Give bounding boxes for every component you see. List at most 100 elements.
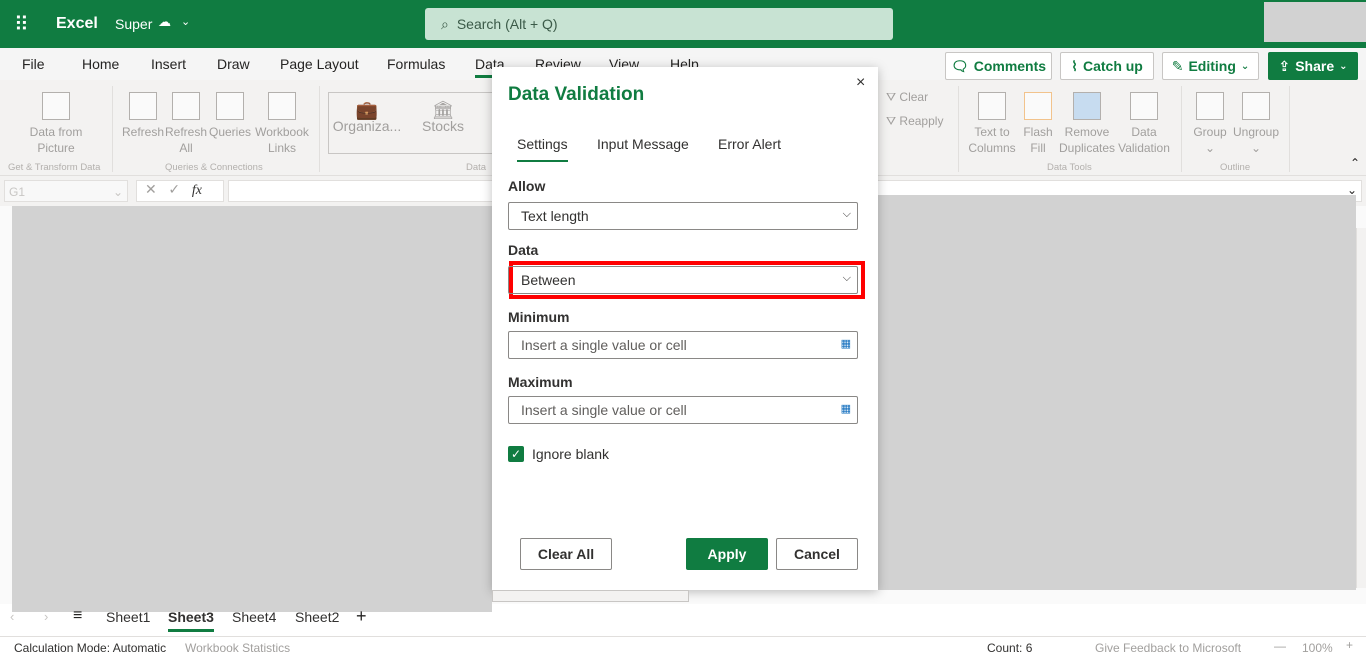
sheet-tab-sheet1[interactable]: Sheet1 <box>106 609 150 625</box>
workbook-statistics[interactable]: Workbook Statistics <box>185 641 290 655</box>
remove-duplicates-button[interactable]: Remove Duplicates <box>1058 92 1116 156</box>
tab-formulas[interactable]: Formulas <box>387 56 445 72</box>
account-area[interactable] <box>1264 2 1366 42</box>
sheet-tab-sheet2[interactable]: Sheet2 <box>295 609 339 625</box>
catch-up-button[interactable]: ⌇ Catch up <box>1060 52 1154 80</box>
cancel-button[interactable]: Cancel <box>776 538 858 570</box>
allow-value: Text length <box>521 208 589 224</box>
refresh-button[interactable]: Refresh <box>122 92 164 140</box>
prev-sheet-icon[interactable]: ‹ <box>10 609 14 624</box>
pencil-icon: ✎ <box>1171 57 1184 74</box>
ignore-blank-checkbox[interactable]: ✓ <box>508 446 524 462</box>
share-icon: ⇪ <box>1278 57 1291 74</box>
group-button[interactable]: Group ⌄ <box>1190 92 1230 156</box>
label: Picture <box>37 141 75 155</box>
flash-fill-icon <box>1024 92 1052 120</box>
bank-icon: 🏛 <box>431 100 455 120</box>
label: Links <box>267 141 296 155</box>
range-select-icon[interactable]: ▦ <box>841 337 851 350</box>
range-select-icon[interactable]: ▦ <box>841 402 851 415</box>
app-launcher-icon[interactable]: ⠿ <box>14 12 29 37</box>
minimum-input[interactable]: Insert a single value or cell ▦ <box>508 331 858 359</box>
vertical-scrollbar[interactable] <box>1356 228 1366 588</box>
share-button[interactable]: ⇪ Share ⌄ <box>1268 52 1358 80</box>
redacted-area <box>12 206 492 612</box>
label: Validation <box>1118 141 1170 155</box>
name-box[interactable]: G1 ⌄ <box>4 180 128 202</box>
allow-select[interactable]: Text length ⌵ <box>508 202 858 230</box>
tab-insert[interactable]: Insert <box>151 56 186 72</box>
text-to-columns-icon <box>978 92 1006 120</box>
editing-button[interactable]: ✎ Editing ⌄ <box>1162 52 1259 80</box>
label: All <box>179 141 193 155</box>
reapply-icon: ⛛ <box>886 114 900 128</box>
group-label: Queries & Connections <box>165 162 263 173</box>
group-label: Outline <box>1220 162 1251 173</box>
text-to-columns-button[interactable]: Text to Columns <box>966 92 1018 156</box>
refresh-all-button[interactable]: Refresh All <box>165 92 207 156</box>
label: Duplicates <box>1058 141 1116 155</box>
queries-button[interactable]: Queries <box>208 92 252 140</box>
label: Columns <box>968 141 1016 155</box>
data-select[interactable]: Between ⌵ <box>508 266 858 294</box>
reapply-button[interactable]: ⛛ Reapply <box>886 113 943 129</box>
horizontal-scrollbar[interactable] <box>492 590 689 602</box>
minimum-placeholder: Insert a single value or cell <box>521 337 687 353</box>
tab-draw[interactable]: Draw <box>217 56 250 72</box>
add-sheet-icon[interactable]: + <box>356 606 367 627</box>
apply-button[interactable]: Apply <box>686 538 768 570</box>
calculation-mode[interactable]: Calculation Mode: Automatic <box>14 641 166 655</box>
search-box[interactable]: ⌕ Search (Alt + Q) <box>425 8 893 40</box>
tab-file[interactable]: File <box>22 56 45 72</box>
maximum-input[interactable]: Insert a single value or cell ▦ <box>508 396 858 424</box>
cancel-icon[interactable]: ✕ <box>145 181 157 197</box>
comments-button[interactable]: 🗨 Comments <box>945 52 1052 80</box>
chevron-down-icon[interactable]: ⌄ <box>181 15 190 28</box>
redacted-area <box>876 195 1356 590</box>
clear-filter-button[interactable]: ⛛ Clear <box>886 89 928 105</box>
name-box-value: G1 <box>9 185 26 199</box>
close-icon[interactable]: × <box>856 74 865 92</box>
check-icon[interactable]: ✓ <box>168 181 180 197</box>
data-from-picture-button[interactable]: Data from Picture <box>22 92 90 156</box>
flash-fill-button[interactable]: Flash Fill <box>1020 92 1056 156</box>
collapse-ribbon-icon[interactable]: ⌃ <box>1350 156 1360 170</box>
picture-table-icon <box>42 92 70 120</box>
tab-settings[interactable]: Settings <box>517 136 568 162</box>
organization-button[interactable]: 💼 Organiza... <box>332 101 402 134</box>
tab-error-alert[interactable]: Error Alert <box>718 136 781 152</box>
app-name: Excel <box>56 15 98 32</box>
feedback-link[interactable]: Give Feedback to Microsoft <box>1095 641 1241 655</box>
data-validation-dialog: Data Validation × Settings Input Message… <box>492 67 878 590</box>
catch-up-label: Catch up <box>1082 58 1143 74</box>
data-validation-button[interactable]: Data Validation <box>1116 92 1172 156</box>
maximum-label: Maximum <box>508 374 573 390</box>
clear-all-button[interactable]: Clear All <box>520 538 612 570</box>
label: Workbook <box>255 125 309 139</box>
editing-label: Editing <box>1188 58 1236 74</box>
sheet-tab-sheet4[interactable]: Sheet4 <box>232 609 276 625</box>
status-bar: Calculation Mode: Automatic Workbook Sta… <box>0 636 1366 657</box>
tab-home[interactable]: Home <box>82 56 119 72</box>
workbook-links-button[interactable]: Workbook Links <box>254 92 310 156</box>
fx-icon[interactable]: fx <box>192 183 202 198</box>
activity-icon: ⌇ <box>1071 57 1078 74</box>
group-label: Get & Transform Data <box>8 162 101 173</box>
link-icon <box>268 92 296 120</box>
minimum-label: Minimum <box>508 309 570 325</box>
comments-label: Comments <box>973 58 1047 74</box>
sheet-tab-sheet3[interactable]: Sheet3 <box>168 609 214 632</box>
sync-icon: ☁ <box>158 14 171 29</box>
tab-page-layout[interactable]: Page Layout <box>280 56 359 72</box>
zoom-in-icon[interactable]: + <box>1346 638 1353 652</box>
zoom-out-icon[interactable]: — <box>1274 639 1286 653</box>
document-name[interactable]: Super <box>115 16 152 32</box>
zoom-level[interactable]: 100% <box>1302 641 1333 655</box>
all-sheets-menu-icon[interactable]: ≡ <box>73 607 82 625</box>
dialog-title: Data Validation <box>508 84 645 105</box>
label: Text to <box>974 125 1010 139</box>
tab-input-message[interactable]: Input Message <box>597 136 689 152</box>
ungroup-button[interactable]: Ungroup ⌄ <box>1230 92 1282 156</box>
stocks-button[interactable]: 🏛 Stocks <box>418 100 468 134</box>
next-sheet-icon[interactable]: › <box>44 609 48 624</box>
